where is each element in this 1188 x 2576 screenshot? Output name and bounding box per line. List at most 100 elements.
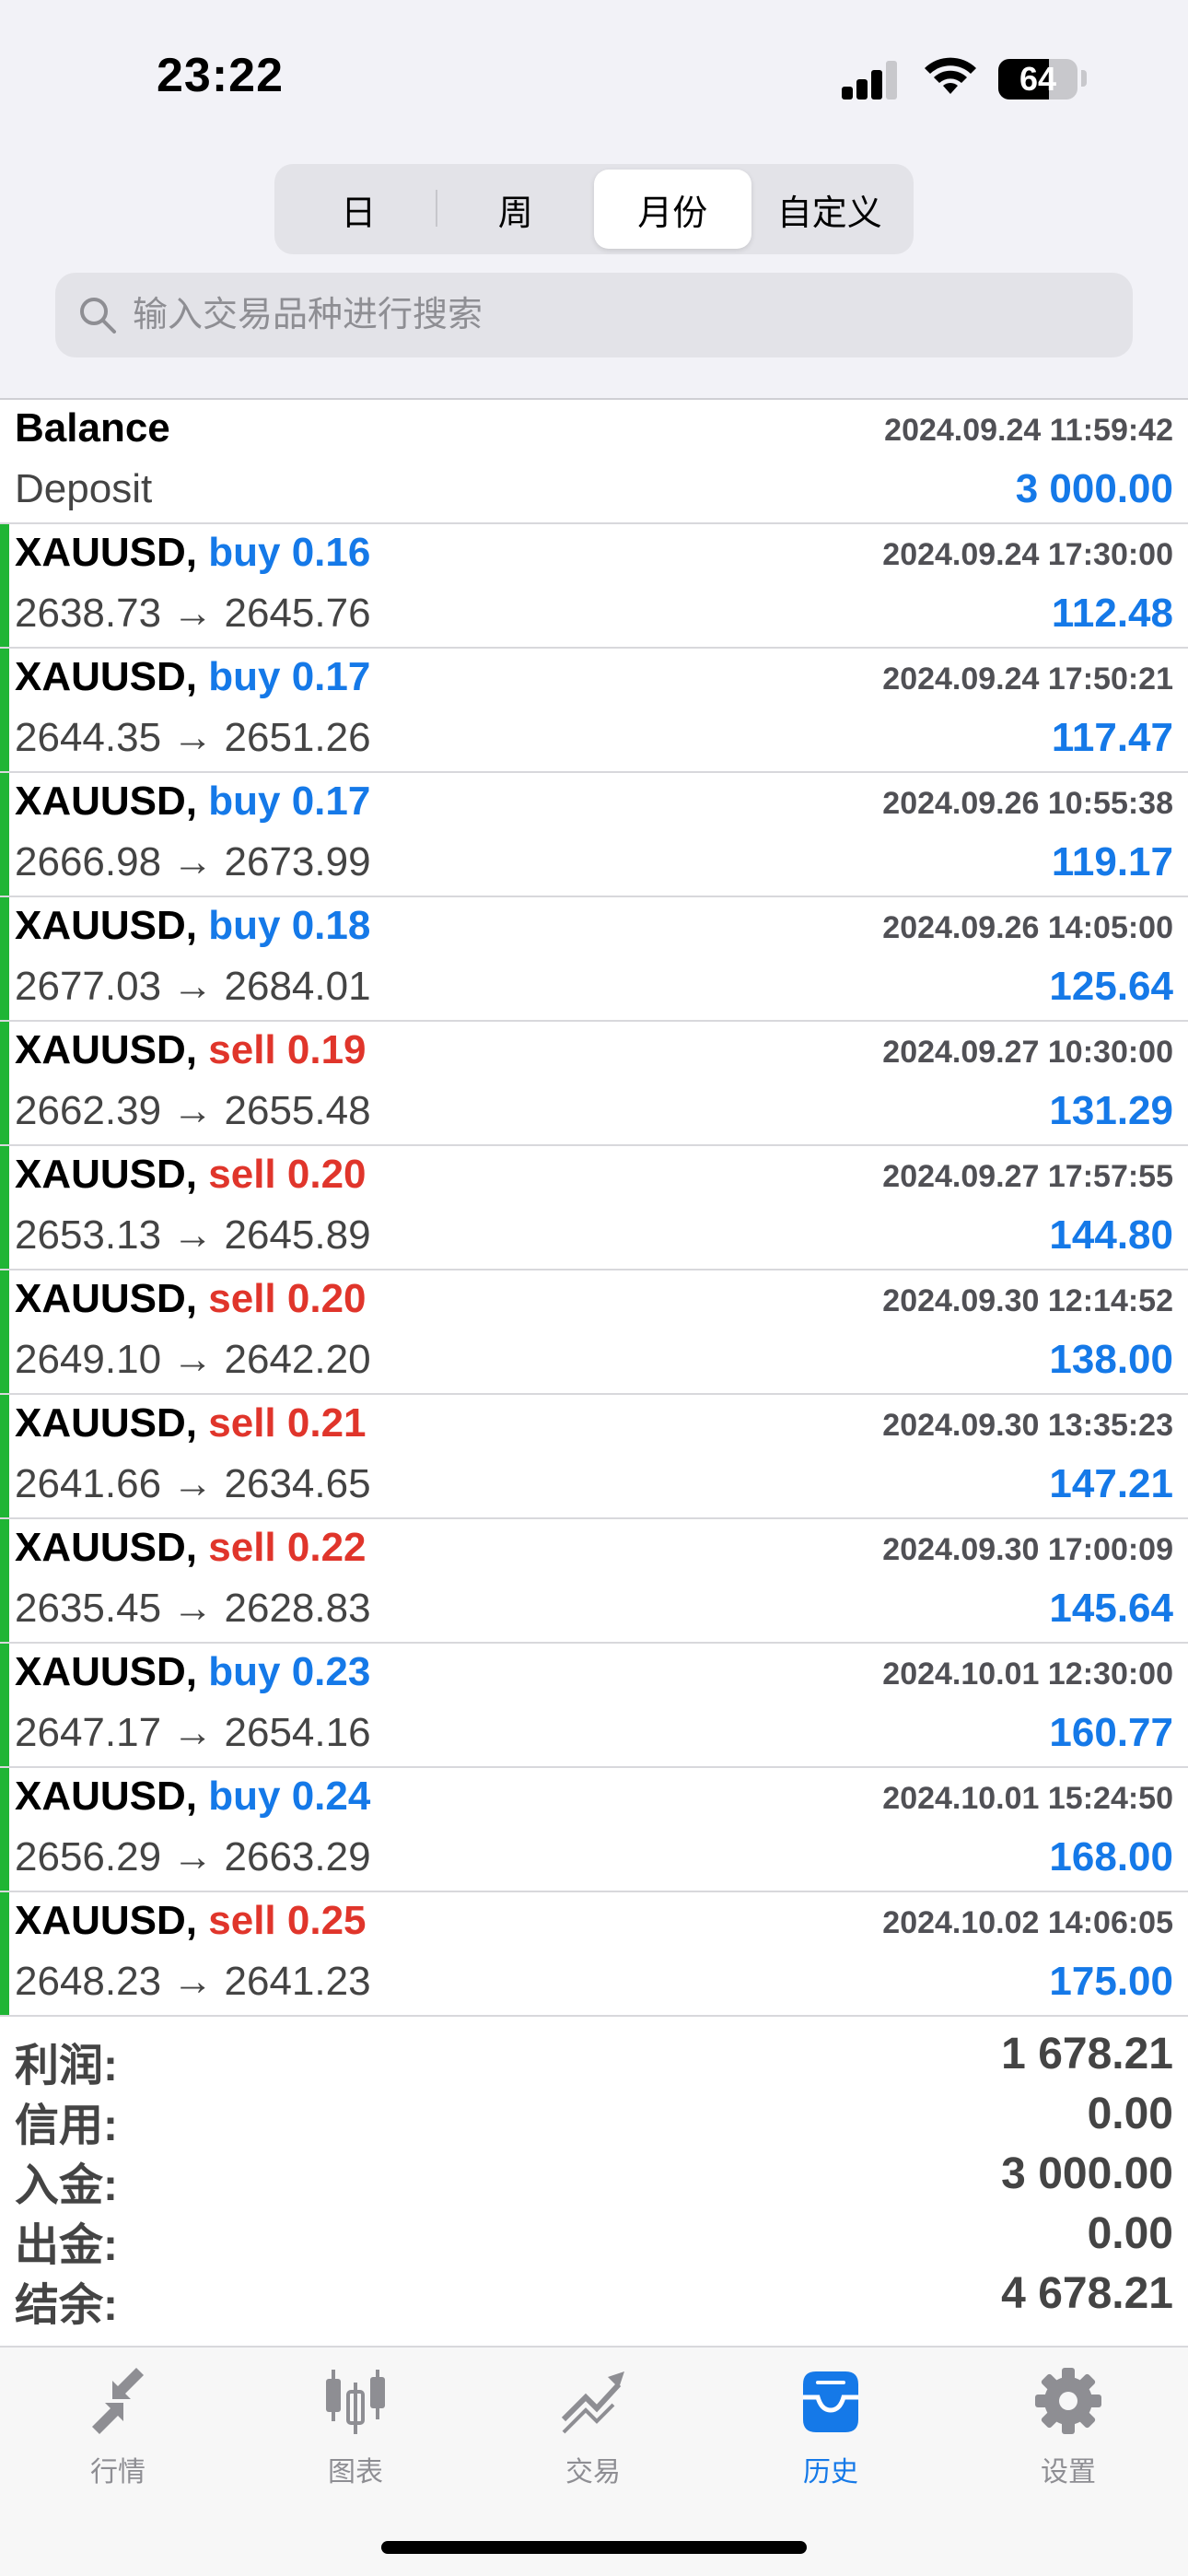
summary-value: 4 678.21 — [1001, 2269, 1173, 2318]
deal-symbol: XAUUSD, — [15, 654, 198, 699]
deal-prices: 2647.17 → 2654.16 — [15, 1710, 371, 1755]
profit-indicator-bar — [0, 1768, 9, 1891]
search-bar — [55, 273, 1133, 357]
search-input[interactable] — [133, 273, 1109, 357]
deals-container: XAUUSD, buy 0.16 2638.73 → 2645.76 2024.09… — [0, 524, 1188, 2017]
deal-profit: 147.21 — [1049, 1461, 1173, 1506]
deal-side: buy 0.23 — [208, 1649, 371, 1694]
profit-indicator-bar — [0, 1022, 9, 1144]
deal-profit: 144.80 — [1049, 1212, 1173, 1258]
deal-prices: 2662.39 → 2655.48 — [15, 1088, 371, 1133]
summary-row-balance: 结余: 4 678.21 — [0, 2261, 1188, 2330]
deal-prices: 2648.23 → 2641.23 — [15, 1959, 371, 2004]
deal-row[interactable]: XAUUSD, sell 0.20 2649.10 → 2642.20 2024.0… — [0, 1270, 1188, 1395]
deal-row[interactable]: XAUUSD, sell 0.25 2648.23 → 2641.23 2024.1… — [0, 1892, 1188, 2017]
tab-quotes[interactable]: 行情 — [35, 2366, 201, 2513]
deal-profit: 160.77 — [1049, 1710, 1173, 1755]
summary-row-withdrawal: 出金: 0.00 — [0, 2201, 1188, 2270]
deal-prices: 2677.03 → 2684.01 — [15, 964, 371, 1009]
deal-time: 2024.09.26 14:05:00 — [882, 910, 1173, 945]
summary-value: 0.00 — [1087, 2209, 1173, 2258]
tab-custom[interactable]: 自定义 — [751, 170, 909, 249]
trade-icon — [561, 2371, 624, 2434]
deal-row[interactable]: XAUUSD, sell 0.20 2653.13 → 2645.89 2024.0… — [0, 1146, 1188, 1270]
tab-trade[interactable]: 交易 — [510, 2366, 676, 2513]
deal-row[interactable]: XAUUSD, buy 0.16 2638.73 → 2645.76 2024.09… — [0, 524, 1188, 649]
deal-profit: 119.17 — [1051, 839, 1173, 884]
deal-side: buy 0.24 — [208, 1774, 371, 1819]
deal-time: 2024.09.30 13:35:23 — [882, 1408, 1173, 1443]
status-bar: 23:22 64 — [0, 0, 1188, 138]
summary-row-credit: 信用: 0.00 — [0, 2081, 1188, 2150]
deal-row[interactable]: XAUUSD, buy 0.17 2644.35 → 2651.26 2024.09… — [0, 649, 1188, 773]
summary-panel: 利润: 1 678.21 信用: 0.00 入金: 3 000.00 出金: 0… — [0, 2021, 1188, 2344]
summary-row-profit: 利润: 1 678.21 — [0, 2021, 1188, 2090]
deal-title: XAUUSD, buy 0.17 — [15, 779, 370, 825]
deal-row[interactable]: XAUUSD, sell 0.21 2641.66 → 2634.65 2024.0… — [0, 1395, 1188, 1519]
status-time: 23:22 — [157, 49, 284, 102]
period-segmented-control: 日 周 月份 自定义 — [274, 164, 914, 254]
deal-profit: 117.47 — [1051, 715, 1173, 760]
summary-value: 0.00 — [1087, 2090, 1173, 2138]
quotes-icon — [92, 2368, 144, 2434]
deal-side: sell 0.20 — [208, 1276, 367, 1321]
profit-indicator-bar — [0, 1644, 9, 1766]
summary-row-deposit: 入金: 3 000.00 — [0, 2141, 1188, 2210]
deal-side: buy 0.16 — [208, 530, 371, 575]
summary-value: 1 678.21 — [1001, 2030, 1173, 2078]
deal-prices: 2649.10 → 2642.20 — [15, 1337, 371, 1382]
history-list: Balance Deposit 2024.09.24 11:59:42 3 00… — [0, 400, 1188, 2017]
deal-title: XAUUSD, buy 0.17 — [15, 654, 370, 700]
search-icon — [80, 298, 116, 334]
deal-symbol: XAUUSD, — [15, 1027, 198, 1072]
profit-indicator-bar — [0, 1270, 9, 1393]
profit-indicator-bar — [0, 649, 9, 771]
deal-row[interactable]: XAUUSD, buy 0.24 2656.29 → 2663.29 2024.10… — [0, 1768, 1188, 1892]
deal-prices: 2666.98 → 2673.99 — [15, 839, 371, 884]
header-area: 23:22 64 日 周 月份 自定义 — [0, 0, 1188, 400]
deal-title: XAUUSD, buy 0.18 — [15, 903, 370, 949]
tab-month[interactable]: 月份 — [594, 170, 751, 249]
tab-chart[interactable]: 图表 — [273, 2366, 438, 2513]
deal-row[interactable]: XAUUSD, sell 0.19 2662.39 → 2655.48 2024.0… — [0, 1022, 1188, 1146]
deal-title: XAUUSD, sell 0.19 — [15, 1027, 367, 1073]
battery-percent: 64 — [1019, 60, 1057, 98]
chart-icon — [326, 2370, 385, 2434]
deal-row[interactable]: XAUUSD, buy 0.18 2677.03 → 2684.01 2024.09… — [0, 897, 1188, 1022]
profit-indicator-bar — [0, 1395, 9, 1517]
deal-row[interactable]: XAUUSD, sell 0.22 2635.45 → 2628.83 2024.0… — [0, 1519, 1188, 1644]
tab-week[interactable]: 周 — [437, 170, 595, 249]
profit-indicator-bar — [0, 773, 9, 896]
balance-amount: 3 000.00 — [1015, 466, 1173, 511]
tab-label: 设置 — [1041, 2457, 1096, 2488]
profit-indicator-bar — [0, 1146, 9, 1269]
deal-symbol: XAUUSD, — [15, 1774, 198, 1819]
deal-side: sell 0.21 — [208, 1400, 367, 1446]
deal-time: 2024.09.24 17:50:21 — [882, 662, 1173, 697]
deal-title: XAUUSD, buy 0.24 — [15, 1774, 370, 1820]
balance-row[interactable]: Balance Deposit 2024.09.24 11:59:42 3 00… — [0, 400, 1188, 524]
profit-indicator-bar — [0, 524, 9, 647]
tab-day[interactable]: 日 — [280, 170, 437, 249]
tab-history[interactable]: 历史 — [748, 2366, 914, 2513]
summary-value: 3 000.00 — [1001, 2149, 1173, 2198]
profit-indicator-bar — [0, 1892, 9, 2015]
deal-prices: 2641.66 → 2634.65 — [15, 1461, 371, 1506]
deal-profit: 168.00 — [1049, 1834, 1173, 1879]
cellular-signal-icon — [842, 61, 901, 100]
deal-profit: 138.00 — [1049, 1337, 1173, 1382]
history-icon — [803, 2371, 858, 2432]
deal-row[interactable]: XAUUSD, buy 0.23 2647.17 → 2654.16 2024.10… — [0, 1644, 1188, 1768]
battery-cap — [1081, 70, 1087, 87]
deal-profit: 125.64 — [1049, 964, 1173, 1009]
deal-title: XAUUSD, buy 0.16 — [15, 530, 370, 576]
battery-icon: 64 — [998, 59, 1077, 100]
deal-profit: 112.48 — [1051, 591, 1173, 636]
deal-title: XAUUSD, buy 0.23 — [15, 1649, 370, 1695]
settings-icon — [1035, 2368, 1101, 2434]
deal-row[interactable]: XAUUSD, buy 0.17 2666.98 → 2673.99 2024.09… — [0, 773, 1188, 897]
deal-title: XAUUSD, sell 0.20 — [15, 1276, 367, 1322]
deal-time: 2024.09.30 17:00:09 — [882, 1532, 1173, 1567]
deal-time: 2024.10.02 14:06:05 — [882, 1905, 1173, 1940]
tab-settings[interactable]: 设置 — [985, 2366, 1151, 2513]
